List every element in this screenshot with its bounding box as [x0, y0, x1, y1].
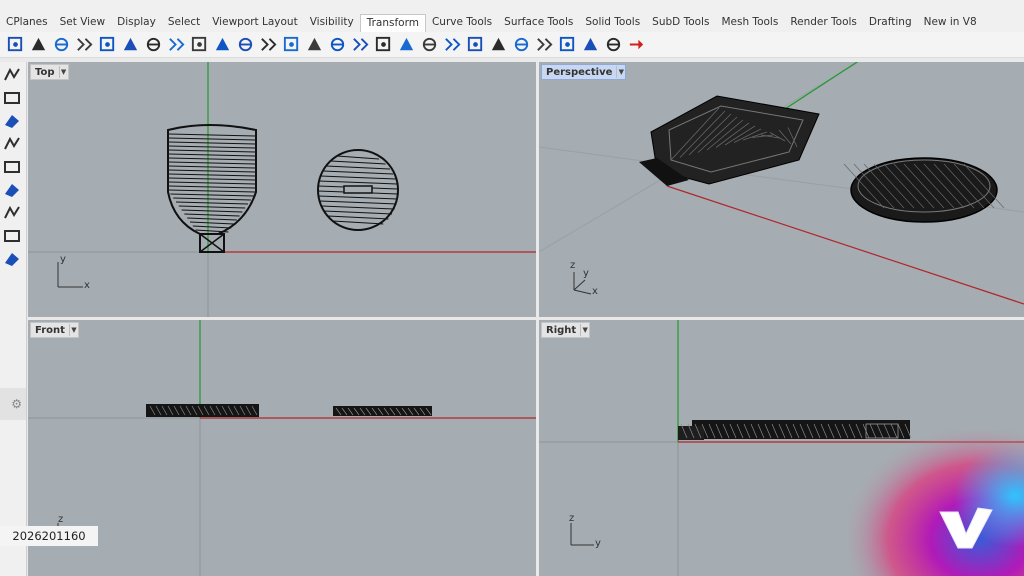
transform-icon[interactable] — [2, 226, 22, 246]
viewport-label-perspective[interactable]: Perspective ▼ — [541, 64, 627, 80]
silo-wireframe — [167, 124, 257, 253]
disc-wireframe — [843, 157, 1005, 223]
tab-drafting[interactable]: Drafting — [863, 14, 918, 32]
axis-label-z: z — [569, 513, 574, 524]
tab-transform[interactable]: Transform — [359, 14, 426, 33]
tab-cplanes[interactable]: CPlanes — [0, 14, 54, 32]
brand-logo — [848, 430, 1024, 576]
viewport-perspective[interactable]: z y x Perspective ▼ — [539, 62, 1024, 317]
tab-render-tools[interactable]: Render Tools — [784, 14, 863, 32]
flow-icon[interactable] — [213, 35, 232, 54]
tab-display[interactable]: Display — [111, 14, 162, 32]
axis-label-z: z — [570, 260, 575, 271]
front-viewport-canvas: z — [28, 320, 536, 576]
sporph-icon[interactable] — [558, 35, 577, 54]
shear-icon[interactable] — [466, 35, 485, 54]
stretch-icon[interactable] — [443, 35, 462, 54]
tab-select[interactable]: Select — [162, 14, 206, 32]
id-stamp: 2026201160 — [0, 526, 98, 546]
scale-icon[interactable] — [75, 35, 94, 54]
sidebar-settings-icon[interactable]: ⚙ — [0, 388, 26, 420]
project-icon[interactable] — [420, 35, 439, 54]
viewport-label-top[interactable]: Top ▼ — [30, 64, 69, 80]
align-icon[interactable] — [351, 35, 370, 54]
chevron-down-icon[interactable]: ▼ — [580, 324, 589, 336]
more-arrow-icon[interactable] — [627, 35, 646, 54]
viewport-front[interactable]: z Front ▼ — [28, 320, 536, 576]
cage-edit-icon[interactable] — [328, 35, 347, 54]
gumball-icon[interactable] — [604, 35, 623, 54]
tab-set-view[interactable]: Set View — [54, 14, 112, 32]
viewport-label-right[interactable]: Right ▼ — [541, 322, 591, 338]
tray-wireframe — [639, 95, 820, 186]
copy-icon[interactable] — [29, 35, 48, 54]
axis-label-x: x — [592, 286, 598, 297]
array-polar-icon[interactable] — [167, 35, 186, 54]
surface-icon[interactable] — [2, 111, 22, 131]
perspective-viewport-canvas: z y x — [539, 62, 1024, 305]
tab-list: CPlanes Set View Display Select Viewport Lay… — [0, 14, 983, 33]
tab-curve-tools[interactable]: Curve Tools — [426, 14, 498, 32]
maelstrom-icon[interactable] — [535, 35, 554, 54]
splop-icon[interactable] — [489, 35, 508, 54]
viewport-top[interactable]: y x Top ▼ — [28, 62, 536, 317]
chevron-down-icon[interactable]: ▼ — [58, 66, 68, 78]
mirror-icon[interactable] — [98, 35, 117, 54]
tab-mesh-tools[interactable]: Mesh Tools — [715, 14, 784, 32]
twist-icon[interactable] — [236, 35, 255, 54]
viewport-label-front[interactable]: Front ▼ — [30, 322, 79, 338]
move-icon[interactable] — [6, 35, 25, 54]
array-icon[interactable] — [144, 35, 163, 54]
distribute-icon[interactable] — [374, 35, 393, 54]
transform-toolbar — [0, 32, 1024, 58]
smooth-icon[interactable] — [305, 35, 324, 54]
solid-icon[interactable] — [2, 249, 22, 269]
front-wireframes — [146, 404, 432, 417]
extrude-icon[interactable] — [2, 157, 22, 177]
left-toolbar-icons — [0, 65, 26, 269]
tab-subd-tools[interactable]: SubD Tools — [646, 14, 715, 32]
tab-visibility[interactable]: Visibility — [304, 14, 360, 32]
orient-icon[interactable] — [121, 35, 140, 54]
bend-icon[interactable] — [259, 35, 278, 54]
tab-new-in-v8[interactable]: New in V8 — [918, 14, 983, 32]
axis-label-y: y — [595, 538, 601, 549]
array-curve-icon[interactable] — [190, 35, 209, 54]
flow-surface-icon[interactable] — [512, 35, 531, 54]
taper-icon[interactable] — [282, 35, 301, 54]
rotate-icon[interactable] — [52, 35, 71, 54]
axis-label-x: x — [84, 280, 90, 291]
round-platform-wireframe — [317, 149, 399, 231]
box-edit-icon[interactable] — [581, 35, 600, 54]
plane-icon[interactable] — [2, 134, 22, 154]
chevron-down-icon[interactable]: ▼ — [68, 324, 78, 336]
tab-solid-tools[interactable]: Solid Tools — [579, 14, 646, 32]
fillet-icon[interactable] — [2, 180, 22, 200]
set-points-icon[interactable] — [397, 35, 416, 54]
axis-label-y: y — [60, 254, 66, 265]
ribbon-tab-bar: CPlanes Set View Display Select Viewport Lay… — [0, 0, 1024, 33]
move-curve-icon[interactable] — [2, 65, 22, 85]
tab-viewport-layout[interactable]: Viewport Layout — [206, 14, 303, 32]
rectangle-icon[interactable] — [2, 88, 22, 108]
axis-label-z: z — [58, 514, 63, 525]
axis-label-y: y — [583, 268, 589, 279]
boolean-icon[interactable] — [2, 203, 22, 223]
top-viewport-canvas: y x — [28, 62, 536, 317]
chevron-down-icon[interactable]: ▼ — [616, 66, 625, 78]
left-toolbar: ⚙ — [0, 62, 27, 576]
tab-surface-tools[interactable]: Surface Tools — [498, 14, 579, 32]
